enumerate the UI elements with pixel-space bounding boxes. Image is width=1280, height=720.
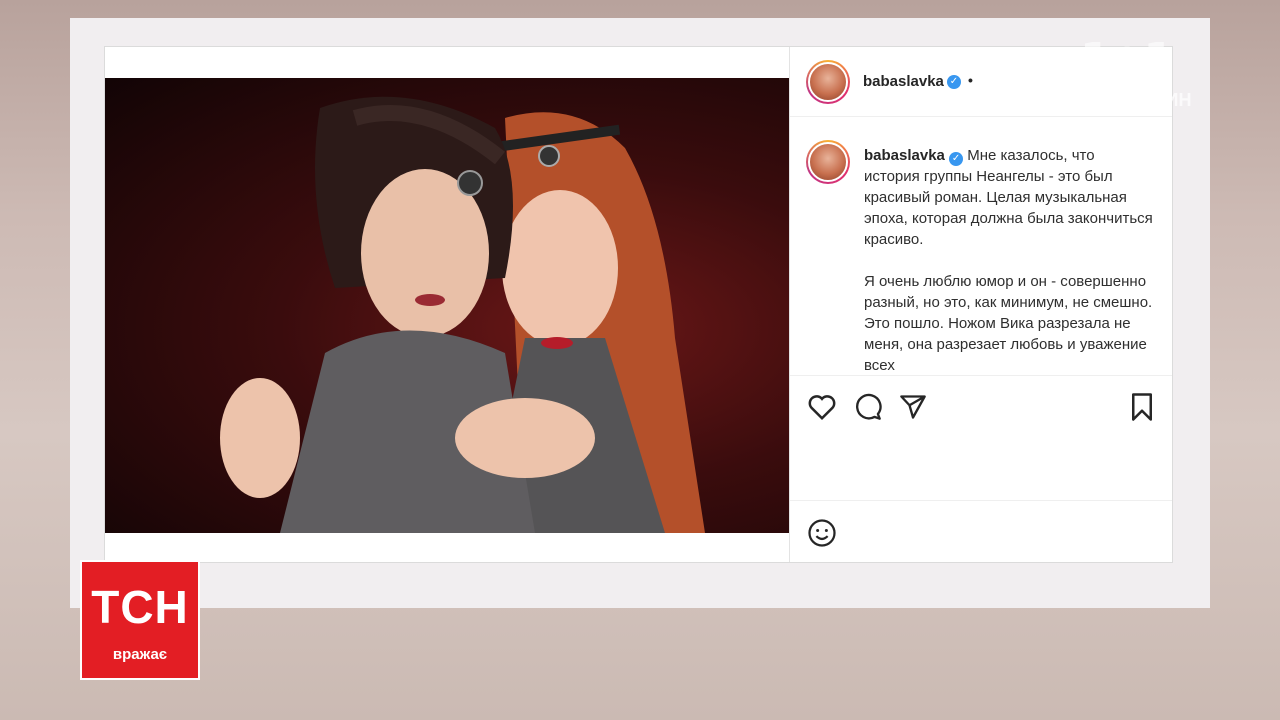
post-caption: babaslavka ✓ Мне казалось, что история г… [864, 145, 1154, 373]
photo-illustration [220, 96, 705, 533]
comment-icon[interactable] [853, 393, 883, 421]
channel-logo: 1+1 [1080, 34, 1174, 85]
avatar[interactable] [806, 60, 850, 104]
caption-paragraph-2: Я очень люблю юмор и он - совершенно раз… [864, 273, 1153, 373]
emoji-icon[interactable] [807, 518, 837, 548]
tsn-subtitle: вражає [112, 646, 168, 663]
tsn-logo: ТСН вражає [80, 560, 200, 680]
heart-icon[interactable] [807, 393, 837, 421]
post-photo [105, 78, 789, 533]
bookmark-icon[interactable] [1129, 392, 1155, 422]
caption-verified-icon: ✓ [949, 152, 964, 166]
verified-badge-icon: ✓ [947, 75, 961, 89]
header-separator: • [968, 72, 973, 88]
caption-username[interactable]: babaslavka [864, 147, 945, 164]
actions-bar [790, 375, 1172, 501]
share-icon[interactable] [898, 393, 928, 421]
tsn-title: ТСН [91, 581, 189, 633]
caption-avatar[interactable] [806, 140, 850, 184]
channel-slogan: ТИ НЕ ОДИН [1080, 90, 1192, 110]
header-username[interactable]: babaslavka [863, 73, 944, 90]
